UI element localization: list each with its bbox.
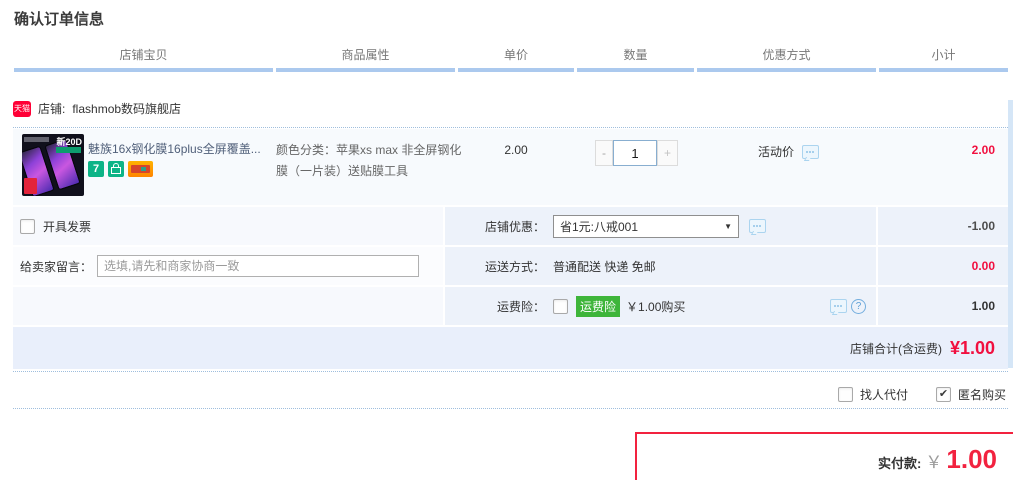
shipping-cell: 运送方式： 普通配送 快递 免邮 xyxy=(445,247,876,285)
promo-tooltip-icon[interactable] xyxy=(802,144,820,159)
shop-discount-cell: 店铺优惠： 省1元:八戒001 ▼ xyxy=(445,207,876,245)
payment-currency: ￥ xyxy=(925,453,943,472)
col-header-shop-item: 店铺宝贝 xyxy=(14,44,273,72)
product-image-green-bar xyxy=(56,147,81,153)
discount-tooltip-icon[interactable] xyxy=(749,219,766,233)
divider-dotted-bottom xyxy=(13,408,1008,409)
col-header-unit-price: 单价 xyxy=(458,44,574,72)
seven-day-return-icon: 7 xyxy=(88,161,104,177)
col-header-subtotal: 小计 xyxy=(879,44,1008,72)
promo-type-label: 活动价 xyxy=(758,145,795,159)
anonymous-purchase-label: 匿名购买 xyxy=(957,387,1006,402)
freight-insurance-badge: 运费险 xyxy=(576,295,621,317)
freight-insurance-amount: 1.00 xyxy=(878,287,1008,325)
shop-discount-label: 店铺优惠： xyxy=(484,219,545,234)
line-subtotal: 2.00 xyxy=(971,143,995,157)
gold-card-icon xyxy=(128,161,153,177)
message-cell: 给卖家留言： xyxy=(13,247,443,285)
shop-discount-select[interactable]: 省1元:八戒001 ▼ xyxy=(553,214,739,238)
quantity-input[interactable] xyxy=(613,140,657,166)
freight-insurance-checkbox[interactable] xyxy=(553,298,568,314)
shop-discount-amount: -1.00 xyxy=(878,207,1008,245)
store-total-row: 店铺合计(含运费) ¥1.00 xyxy=(13,327,1008,369)
divider-dotted-top xyxy=(13,127,1008,128)
store-total-amount: ¥1.00 xyxy=(949,337,995,358)
chevron-down-icon: ▼ xyxy=(724,221,732,231)
shipping-label: 运送方式： xyxy=(484,259,545,274)
seller-message-input[interactable] xyxy=(97,255,420,277)
page-title: 确认订单信息 xyxy=(14,11,105,28)
quantity-decrease-button[interactable]: - xyxy=(595,140,613,166)
col-header-quantity: 数量 xyxy=(577,44,694,72)
store-name-link[interactable]: flashmob数码旗舰店 xyxy=(72,100,181,117)
freight-insurance-price: ￥1.00购买 xyxy=(626,299,686,314)
shopping-bag-icon xyxy=(108,161,124,177)
shipping-amount: 0.00 xyxy=(878,247,1008,285)
col-header-discount: 优惠方式 xyxy=(697,44,876,72)
store-label: 店铺: xyxy=(38,102,66,116)
store-total-label: 店铺合计(含运费) xyxy=(849,341,942,356)
product-attributes: 颜色分类：苹果xs max 非全屏钢化膜（一片装）送贴膜工具 xyxy=(276,143,462,178)
col-header-attributes: 商品属性 xyxy=(276,44,455,72)
product-row: 新20D 魅族16x钢化膜16plus全屏覆盖... 7 颜色分类：苹果xs m… xyxy=(13,129,1008,205)
freight-insurance-label: 运费险： xyxy=(496,299,545,314)
order-confirm-page: 确认订单信息 店铺宝贝 商品属性 单价 数量 优惠方式 小计 天猫 店铺: fl… xyxy=(0,0,1013,480)
order-options: 找人代付 匿名购买 xyxy=(837,384,1006,404)
help-icon[interactable] xyxy=(851,298,866,314)
divider-dotted-middle xyxy=(13,371,1008,372)
panel-right-edge xyxy=(1008,100,1013,368)
anonymous-purchase-checkbox[interactable] xyxy=(935,386,951,402)
unit-price: 2.00 xyxy=(504,143,528,157)
shop-discount-selected: 省1元:八戒001 xyxy=(560,219,639,234)
freight-tooltip-icon[interactable] xyxy=(830,299,847,313)
message-label: 给卖家留言： xyxy=(20,259,93,274)
invoice-checkbox[interactable] xyxy=(20,218,35,234)
pay-for-other-checkbox[interactable] xyxy=(837,386,853,402)
product-title-link[interactable]: 魅族16x钢化膜16plus全屏覆盖... xyxy=(88,140,268,157)
product-image[interactable]: 新20D xyxy=(22,134,84,196)
quantity-increase-button[interactable]: + xyxy=(657,140,678,166)
shipping-value: 普通配送 快递 免邮 xyxy=(553,259,656,274)
empty-cell xyxy=(13,287,443,325)
payment-amount: 1.00 xyxy=(946,444,997,474)
service-icons: 7 xyxy=(88,161,153,177)
payment-summary-box: 实付款: ￥ 1.00 xyxy=(635,432,1013,480)
invoice-label: 开具发票 xyxy=(43,219,92,234)
payment-label: 实付款: xyxy=(878,456,922,471)
invoice-cell: 开具发票 xyxy=(13,207,443,245)
pay-for-other-label: 找人代付 xyxy=(859,387,908,402)
product-image-red-badge xyxy=(24,178,37,194)
quantity-stepper: - + xyxy=(595,140,678,166)
store-row: 天猫 店铺: flashmob数码旗舰店 xyxy=(13,100,181,117)
freight-insurance-cell: 运费险： 运费险 ￥1.00购买 xyxy=(445,287,876,325)
product-image-caption-decor xyxy=(24,137,49,142)
tmall-icon: 天猫 xyxy=(13,100,31,117)
